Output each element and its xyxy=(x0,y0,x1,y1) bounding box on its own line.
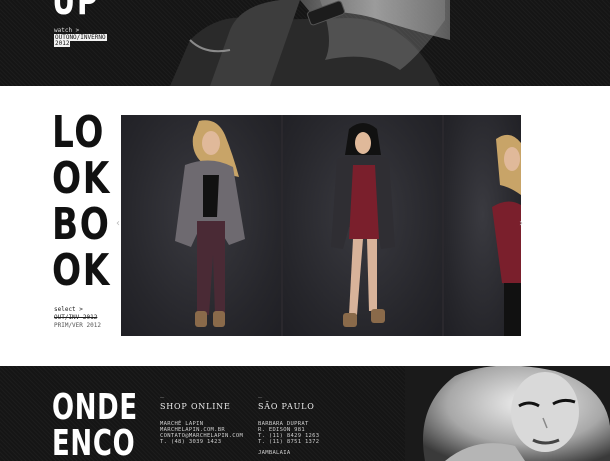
sao-paulo-heading: SÃO PAULO xyxy=(258,402,315,411)
collection-selector: select > OUT/INV 2012 PRIM/VER 2012 xyxy=(54,306,101,330)
hero-banner: UP watch > OUTONO/INVERNO 2012 xyxy=(0,0,610,86)
gallery-prev-arrow-icon[interactable]: ‹ xyxy=(116,218,120,229)
hero-model-photo xyxy=(170,0,450,86)
season-year[interactable]: 2012 xyxy=(54,40,71,47)
collection-option-active[interactable]: OUT/INV 2012 xyxy=(54,314,101,322)
lookbook-photo[interactable] xyxy=(444,115,521,336)
store-phone: T. (11) 8751 1372 xyxy=(258,439,320,445)
hero-heading: UP xyxy=(52,0,100,24)
lookbook-title: LO OK BO OK xyxy=(52,110,114,294)
stores-title: ONDE ENCO xyxy=(52,390,138,461)
lookbook-photo[interactable] xyxy=(121,115,281,336)
column-dash: _ xyxy=(258,390,263,398)
stores-title-line: ONDE xyxy=(52,387,138,428)
store-name: JAMBALAIA xyxy=(258,450,291,456)
lookbook-title-line: OK xyxy=(52,153,111,204)
lookbook-title-line: BO xyxy=(52,199,111,250)
shop-phone: T. (48) 3039 1423 xyxy=(160,439,222,445)
watch-collection-link[interactable]: watch > OUTONO/INVERNO 2012 xyxy=(54,27,107,48)
lookbook-photo[interactable] xyxy=(283,115,442,336)
collection-option[interactable]: PRIM/VER 2012 xyxy=(54,322,101,330)
column-dash: _ xyxy=(160,390,165,398)
gallery-next-arrow-icon[interactable]: › xyxy=(519,218,523,229)
lookbook-title-line: OK xyxy=(52,245,111,296)
stores-title-line: ENCO xyxy=(52,423,136,461)
shop-online-heading: SHOP ONLINE xyxy=(160,402,231,411)
lookbook-gallery xyxy=(121,115,521,336)
model-portrait-photo xyxy=(405,366,610,461)
shop-online-column: _ SHOP ONLINE MARCHÉ LAPIN MARCHELAPIN.C… xyxy=(160,390,243,445)
sao-paulo-column: _ SÃO PAULO BARBARA DUPRAT R. EDISON 981… xyxy=(258,390,319,456)
select-label: select > xyxy=(54,306,83,313)
lookbook-title-line: LO xyxy=(52,107,105,158)
stores-section: ONDE ENCO _ SHOP ONLINE MARCHÉ LAPIN MAR… xyxy=(0,366,610,461)
lookbook-section: LO OK BO OK select > OUT/INV 2012 PRIM/V… xyxy=(0,86,610,366)
